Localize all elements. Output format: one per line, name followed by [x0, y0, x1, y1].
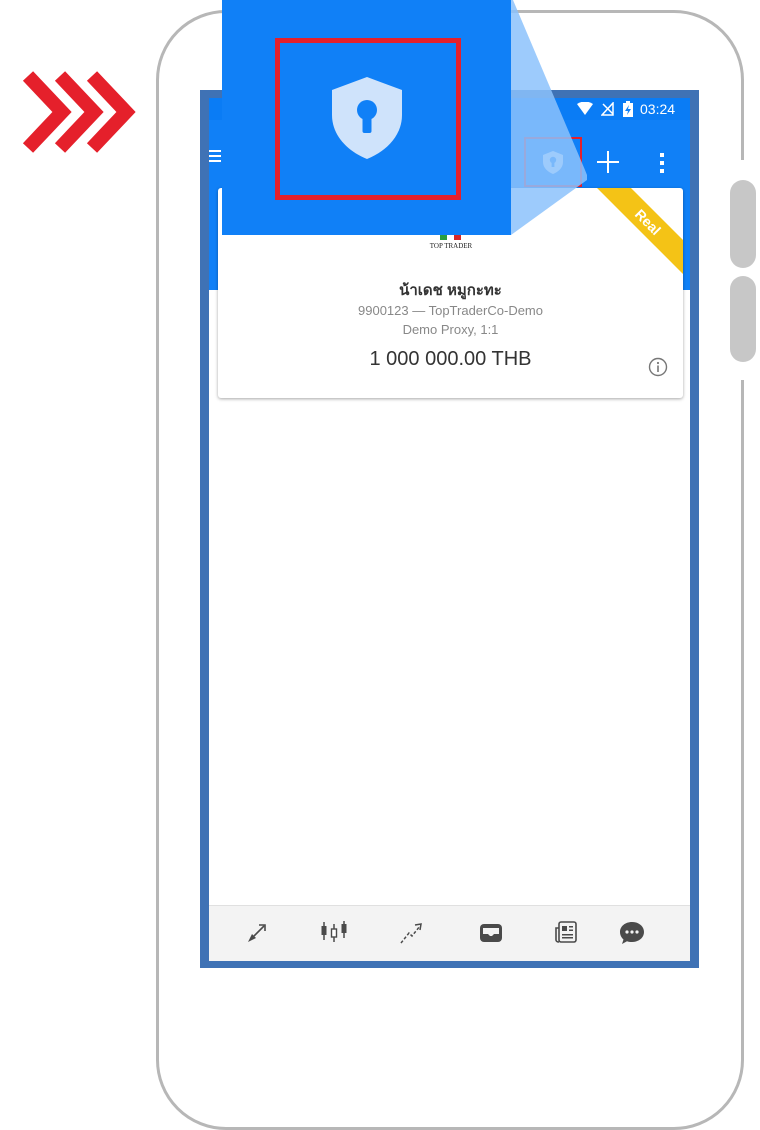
account-balance: 1 000 000.00 THB: [369, 348, 532, 370]
status-time: 03:24: [640, 101, 676, 117]
shield-lock-icon-enlarged: [332, 77, 402, 159]
account-holder-name: น้าเดช หมูกะทะ: [399, 282, 502, 299]
battery-charging-icon: [623, 101, 633, 117]
menu-icon[interactable]: [209, 148, 221, 164]
no-signal-icon: [601, 102, 614, 116]
zoom-callout-connector: [511, 0, 587, 235]
phone-volume-up: [730, 180, 756, 268]
chart-line-icon[interactable]: [399, 921, 423, 945]
account-number-server: 9900123 — TopTraderCo-Demo: [358, 303, 543, 318]
account-type-badge: Real: [593, 188, 683, 277]
pointer-chevrons: [22, 71, 136, 153]
plus-icon[interactable]: [596, 150, 620, 174]
candlestick-icon[interactable]: [320, 920, 348, 944]
phone-volume-down: [730, 276, 756, 362]
info-icon[interactable]: [648, 357, 668, 377]
inbox-icon[interactable]: [479, 923, 503, 943]
account-server-leverage: Demo Proxy, 1:1: [402, 322, 499, 337]
chat-icon[interactable]: [619, 920, 645, 946]
more-vert-icon[interactable]: [659, 152, 665, 174]
bottom-navigation: [209, 905, 690, 961]
broker-logo-text: TOP TRADER: [429, 242, 473, 250]
trade-icon[interactable]: [246, 922, 268, 944]
news-icon[interactable]: [554, 920, 578, 944]
